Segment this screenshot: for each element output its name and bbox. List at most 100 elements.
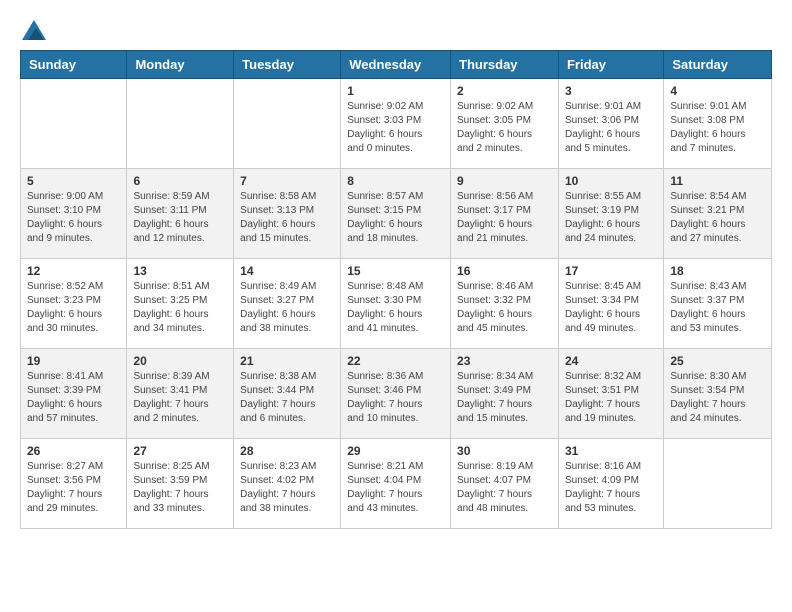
day-info-5: Sunrise: 9:00 AM Sunset: 3:10 PM Dayligh…	[27, 190, 120, 246]
day-info-16: Sunrise: 8:46 AM Sunset: 3:32 PM Dayligh…	[457, 280, 552, 336]
day-info-31: Sunrise: 8:16 AM Sunset: 4:09 PM Dayligh…	[565, 460, 657, 516]
day-info-3: Sunrise: 9:01 AM Sunset: 3:06 PM Dayligh…	[565, 100, 657, 156]
day-cell-5: 5 Sunrise: 9:00 AM Sunset: 3:10 PM Daylig…	[21, 169, 127, 259]
week-row-2: 5 Sunrise: 9:00 AM Sunset: 3:10 PM Daylig…	[21, 169, 772, 259]
day-cell-30: 30 Sunrise: 8:19 AM Sunset: 4:07 PM Dayli…	[451, 439, 559, 529]
day-cell-26: 26Sunrise: 8:27 AM Sunset: 3:56 PM Dayli…	[21, 439, 127, 529]
day-cell-8: 8 Sunrise: 8:57 AM Sunset: 3:15 PM Daylig…	[341, 169, 451, 259]
day-cell-14: 14Sunrise: 8:49 AM Sunset: 3:27 PM Dayli…	[234, 259, 341, 349]
day-cell-2: 2 Sunrise: 9:02 AM Sunset: 3:05 PM Daylig…	[451, 79, 559, 169]
day-number-9: 9	[457, 174, 552, 188]
page-header	[20, 20, 772, 40]
day-info-1: Sunrise: 9:02 AM Sunset: 3:03 PM Dayligh…	[347, 100, 444, 156]
day-number-27: 27	[133, 444, 227, 458]
day-info-19: Sunrise: 8:41 AM Sunset: 3:39 PM Dayligh…	[27, 370, 120, 426]
header-day-saturday: Saturday	[664, 51, 772, 79]
day-cell-12: 12 Sunrise: 8:52 AM Sunset: 3:23 PM Dayli…	[21, 259, 127, 349]
day-cell-11: 11 Sunrise: 8:54 AM Sunset: 3:21 PM Dayli…	[664, 169, 772, 259]
empty-cell	[127, 79, 234, 169]
day-number-17: 17	[565, 264, 657, 278]
day-cell-29: 29Sunrise: 8:21 AM Sunset: 4:04 PM Dayli…	[341, 439, 451, 529]
day-number-31: 31	[565, 444, 657, 458]
header-day-sunday: Sunday	[21, 51, 127, 79]
day-cell-7: 7 Sunrise: 8:58 AM Sunset: 3:13 PM Daylig…	[234, 169, 341, 259]
day-cell-10: 10Sunrise: 8:55 AM Sunset: 3:19 PM Dayli…	[558, 169, 663, 259]
day-info-2: Sunrise: 9:02 AM Sunset: 3:05 PM Dayligh…	[457, 100, 552, 156]
day-info-26: Sunrise: 8:27 AM Sunset: 3:56 PM Dayligh…	[27, 460, 120, 516]
day-info-24: Sunrise: 8:32 AM Sunset: 3:51 PM Dayligh…	[565, 370, 657, 426]
day-info-9: Sunrise: 8:56 AM Sunset: 3:17 PM Dayligh…	[457, 190, 552, 246]
day-number-16: 16	[457, 264, 552, 278]
week-row-3: 12 Sunrise: 8:52 AM Sunset: 3:23 PM Dayli…	[21, 259, 772, 349]
day-number-30: 30	[457, 444, 552, 458]
day-cell-15: 15 Sunrise: 8:48 AM Sunset: 3:30 PM Dayli…	[341, 259, 451, 349]
day-number-11: 11	[670, 174, 765, 188]
day-number-28: 28	[240, 444, 334, 458]
day-info-10: Sunrise: 8:55 AM Sunset: 3:19 PM Dayligh…	[565, 190, 657, 246]
day-cell-9: 9 Sunrise: 8:56 AM Sunset: 3:17 PM Daylig…	[451, 169, 559, 259]
day-info-12: Sunrise: 8:52 AM Sunset: 3:23 PM Dayligh…	[27, 280, 120, 336]
logo-icon	[22, 20, 46, 40]
day-number-4: 4	[670, 84, 765, 98]
day-info-28: Sunrise: 8:23 AM Sunset: 4:02 PM Dayligh…	[240, 460, 334, 516]
day-info-6: Sunrise: 8:59 AM Sunset: 3:11 PM Dayligh…	[133, 190, 227, 246]
day-info-17: Sunrise: 8:45 AM Sunset: 3:34 PM Dayligh…	[565, 280, 657, 336]
empty-cell	[664, 439, 772, 529]
day-number-1: 1	[347, 84, 444, 98]
day-info-14: Sunrise: 8:49 AM Sunset: 3:27 PM Dayligh…	[240, 280, 334, 336]
week-row-1: 1 Sunrise: 9:02 AM Sunset: 3:03 PM Daylig…	[21, 79, 772, 169]
header-day-thursday: Thursday	[451, 51, 559, 79]
header-day-tuesday: Tuesday	[234, 51, 341, 79]
day-cell-23: 23 Sunrise: 8:34 AM Sunset: 3:49 PM Dayli…	[451, 349, 559, 439]
day-number-15: 15	[347, 264, 444, 278]
day-info-18: Sunrise: 8:43 AM Sunset: 3:37 PM Dayligh…	[670, 280, 765, 336]
day-number-23: 23	[457, 354, 552, 368]
day-number-19: 19	[27, 354, 120, 368]
day-number-13: 13	[133, 264, 227, 278]
week-row-4: 19 Sunrise: 8:41 AM Sunset: 3:39 PM Dayli…	[21, 349, 772, 439]
day-info-30: Sunrise: 8:19 AM Sunset: 4:07 PM Dayligh…	[457, 460, 552, 516]
day-cell-4: 4Sunrise: 9:01 AM Sunset: 3:08 PM Daylig…	[664, 79, 772, 169]
day-number-22: 22	[347, 354, 444, 368]
day-info-22: Sunrise: 8:36 AM Sunset: 3:46 PM Dayligh…	[347, 370, 444, 426]
day-info-11: Sunrise: 8:54 AM Sunset: 3:21 PM Dayligh…	[670, 190, 765, 246]
day-number-20: 20	[133, 354, 227, 368]
day-cell-21: 21 Sunrise: 8:38 AM Sunset: 3:44 PM Dayli…	[234, 349, 341, 439]
day-number-12: 12	[27, 264, 120, 278]
day-cell-17: 17 Sunrise: 8:45 AM Sunset: 3:34 PM Dayli…	[558, 259, 663, 349]
day-info-7: Sunrise: 8:58 AM Sunset: 3:13 PM Dayligh…	[240, 190, 334, 246]
day-cell-31: 31 Sunrise: 8:16 AM Sunset: 4:09 PM Dayli…	[558, 439, 663, 529]
day-info-23: Sunrise: 8:34 AM Sunset: 3:49 PM Dayligh…	[457, 370, 552, 426]
day-info-21: Sunrise: 8:38 AM Sunset: 3:44 PM Dayligh…	[240, 370, 334, 426]
day-cell-3: 3 Sunrise: 9:01 AM Sunset: 3:06 PM Daylig…	[558, 79, 663, 169]
day-number-29: 29	[347, 444, 444, 458]
day-number-8: 8	[347, 174, 444, 188]
day-number-18: 18	[670, 264, 765, 278]
day-number-3: 3	[565, 84, 657, 98]
header-row: SundayMondayTuesdayWednesdayThursdayFrid…	[21, 51, 772, 79]
header-day-wednesday: Wednesday	[341, 51, 451, 79]
day-cell-27: 27 Sunrise: 8:25 AM Sunset: 3:59 PM Dayli…	[127, 439, 234, 529]
empty-cell	[21, 79, 127, 169]
day-cell-19: 19 Sunrise: 8:41 AM Sunset: 3:39 PM Dayli…	[21, 349, 127, 439]
day-info-27: Sunrise: 8:25 AM Sunset: 3:59 PM Dayligh…	[133, 460, 227, 516]
day-cell-1: 1 Sunrise: 9:02 AM Sunset: 3:03 PM Daylig…	[341, 79, 451, 169]
day-number-6: 6	[133, 174, 227, 188]
day-number-5: 5	[27, 174, 120, 188]
day-cell-25: 25 Sunrise: 8:30 AM Sunset: 3:54 PM Dayli…	[664, 349, 772, 439]
header-day-monday: Monday	[127, 51, 234, 79]
day-number-21: 21	[240, 354, 334, 368]
day-cell-24: 24Sunrise: 8:32 AM Sunset: 3:51 PM Dayli…	[558, 349, 663, 439]
day-cell-13: 13 Sunrise: 8:51 AM Sunset: 3:25 PM Dayli…	[127, 259, 234, 349]
header-day-friday: Friday	[558, 51, 663, 79]
day-info-25: Sunrise: 8:30 AM Sunset: 3:54 PM Dayligh…	[670, 370, 765, 426]
day-number-2: 2	[457, 84, 552, 98]
day-info-13: Sunrise: 8:51 AM Sunset: 3:25 PM Dayligh…	[133, 280, 227, 336]
day-cell-6: 6 Sunrise: 8:59 AM Sunset: 3:11 PM Daylig…	[127, 169, 234, 259]
day-info-15: Sunrise: 8:48 AM Sunset: 3:30 PM Dayligh…	[347, 280, 444, 336]
week-row-5: 26Sunrise: 8:27 AM Sunset: 3:56 PM Dayli…	[21, 439, 772, 529]
day-number-25: 25	[670, 354, 765, 368]
day-info-8: Sunrise: 8:57 AM Sunset: 3:15 PM Dayligh…	[347, 190, 444, 246]
empty-cell	[234, 79, 341, 169]
day-number-7: 7	[240, 174, 334, 188]
